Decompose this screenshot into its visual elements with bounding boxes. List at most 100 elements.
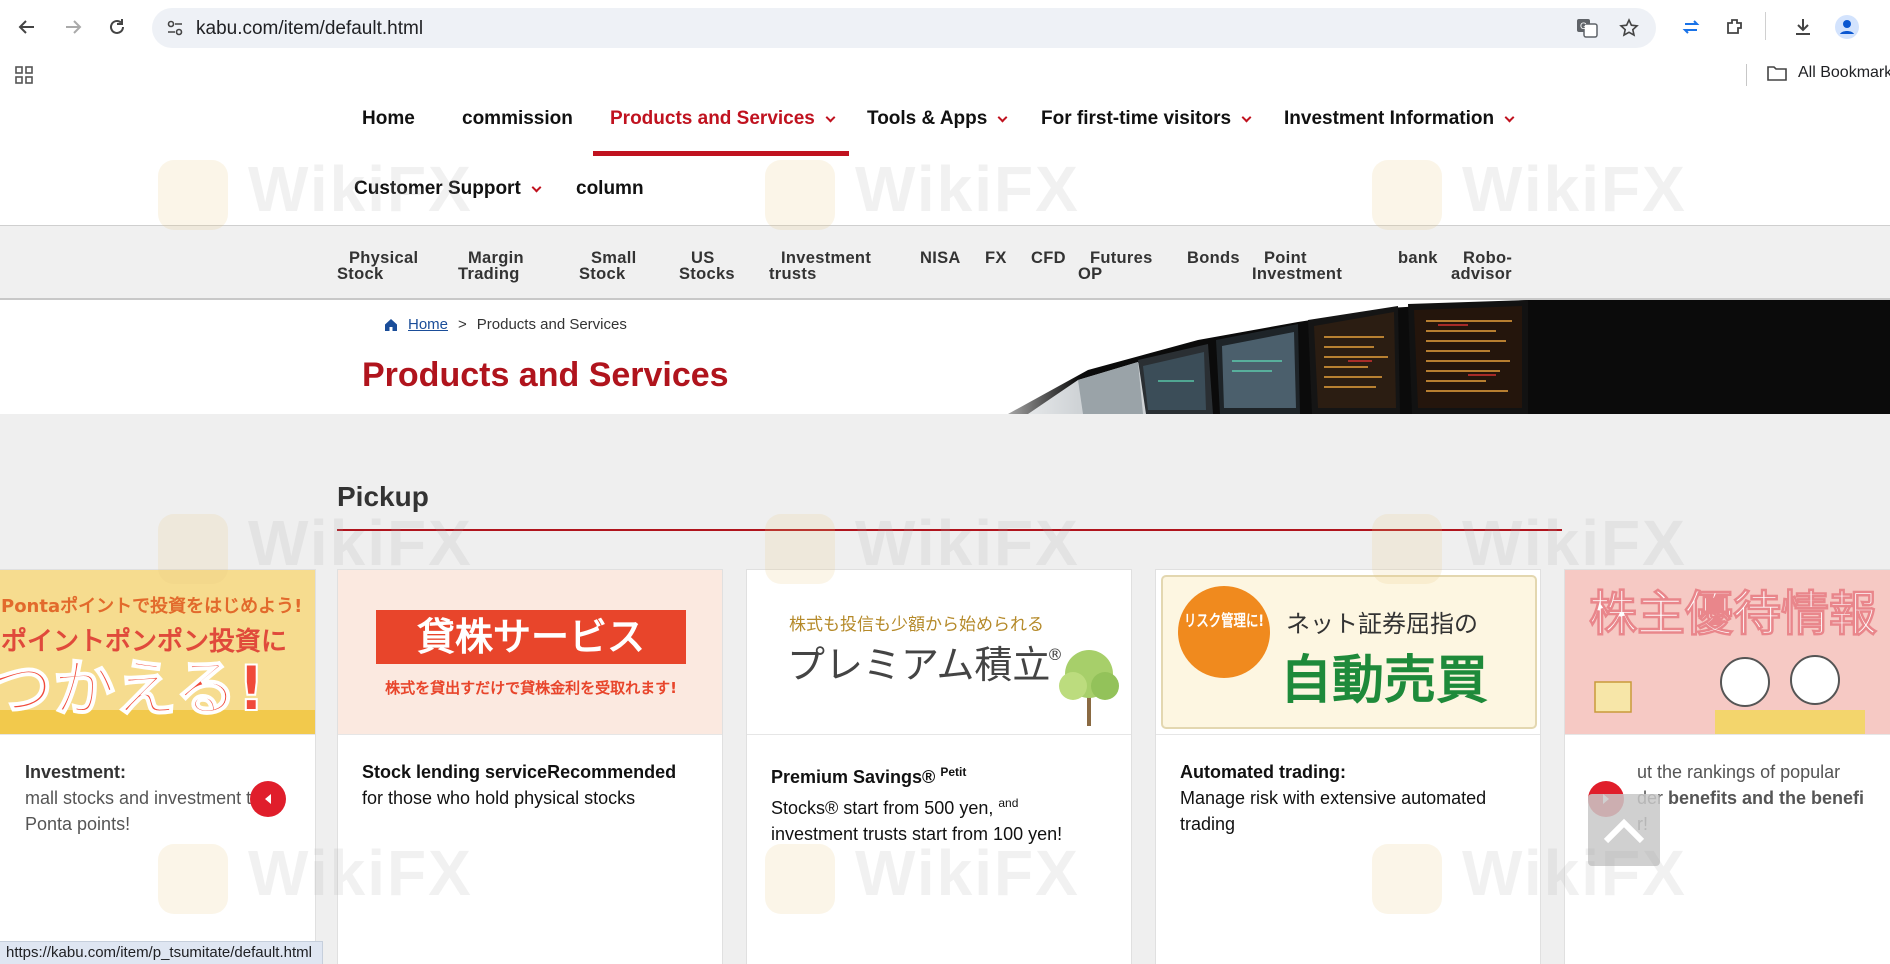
pickup-heading: Pickup bbox=[337, 481, 429, 512]
extensions-icon[interactable] bbox=[1720, 12, 1750, 42]
card-banner-image: リスク管理に! ネット証券屈指の 自動売買 bbox=[1156, 570, 1540, 735]
subnav-label-1: Point bbox=[1264, 249, 1307, 267]
nav-investment-information[interactable]: Investment Information bbox=[1284, 108, 1515, 130]
svg-text:G: G bbox=[1580, 21, 1587, 31]
all-bookmarks-button[interactable]: All Bookmarks bbox=[1766, 64, 1890, 82]
nav-first-time-label: For first-time visitors bbox=[1041, 108, 1232, 129]
global-nav: Home commission Products and Services To… bbox=[0, 92, 1890, 226]
carousel-prev-button[interactable] bbox=[250, 781, 286, 817]
subnav-label-1: Margin bbox=[468, 249, 524, 267]
subnav-bonds[interactable]: Bonds bbox=[1187, 249, 1240, 267]
pickup-card-automated-trading[interactable]: リスク管理に! ネット証券屈指の 自動売買 Automated trading:… bbox=[1155, 569, 1541, 964]
pickup-card-premium-savings[interactable]: 株式も投信も少額から始められる プレミアム積立 ® Premium Saving… bbox=[746, 569, 1132, 964]
card-text-bold: benefits and the benefi bbox=[1668, 788, 1865, 808]
site-info-icon[interactable] bbox=[164, 17, 186, 39]
banner-registered-mark: ® bbox=[1047, 645, 1063, 664]
main-content: Pickup Pontaポイントで投資をはじめよう! ポイントポンポン投資に つ… bbox=[0, 414, 1890, 964]
back-button[interactable] bbox=[12, 12, 42, 42]
nav-home[interactable]: Home bbox=[362, 108, 415, 130]
nav-column[interactable]: column bbox=[576, 178, 644, 200]
premium-savings-banner: 株式も投信も少額から始められる プレミアム積立 ® bbox=[747, 570, 1131, 734]
subnav-label-1: CFD bbox=[1031, 249, 1066, 267]
subnav-us-stocks[interactable]: US Stocks bbox=[679, 249, 735, 283]
subnav-futures-op[interactable]: Futures OP bbox=[1078, 249, 1153, 283]
card-heading: Investment: bbox=[25, 762, 127, 782]
subnav-label-2: advisor bbox=[1451, 265, 1512, 283]
card-text-b: investment trusts start from 100 yen! bbox=[771, 824, 1063, 844]
subnav-label-2: Trading bbox=[458, 265, 520, 283]
arrow-left-icon bbox=[265, 794, 271, 804]
stock-lending-banner: 貸株サービス 株式を貸出すだけで貸株金利を受取れます! bbox=[338, 570, 722, 734]
card-heading-sup: Petit bbox=[940, 765, 967, 779]
breadcrumb-home-link[interactable]: Home bbox=[408, 316, 448, 333]
subnav-investment-trusts[interactable]: Investment trusts bbox=[769, 249, 872, 283]
card-text: mall stocks and investment trus bbox=[25, 788, 277, 808]
subnav-label-1: NISA bbox=[920, 249, 961, 267]
apps-grid-icon[interactable] bbox=[14, 65, 34, 90]
card-heading: Automated trading: bbox=[1180, 762, 1346, 782]
subnav-fx[interactable]: FX bbox=[985, 250, 1007, 267]
banner-top-text: ネット証券屈指の bbox=[1286, 610, 1478, 638]
profile-avatar-icon[interactable] bbox=[1832, 12, 1862, 42]
chevron-down-icon bbox=[825, 112, 836, 122]
subnav-label-1: Small bbox=[591, 249, 637, 267]
reload-button[interactable] bbox=[102, 12, 132, 42]
home-icon bbox=[385, 318, 397, 331]
pickup-card-shareholder-benefits[interactable]: 株主優待情報 ut the rankings of popular der be… bbox=[1564, 569, 1890, 964]
pickup-card-point-investment[interactable]: Pontaポイントで投資をはじめよう! ポイントポンポン投資に つかえる! In… bbox=[0, 569, 316, 964]
subnav-label-2: Investment bbox=[1252, 265, 1343, 283]
subnav-robo-advisor[interactable]: Robo-advisor bbox=[1451, 250, 1512, 283]
subnav-bank[interactable]: bank bbox=[1398, 249, 1438, 267]
subnav-label-1: Bonds bbox=[1187, 249, 1240, 267]
nav-customer-support-label: Customer Support bbox=[354, 178, 521, 199]
address-bar[interactable]: kabu.com/item/default.html G bbox=[152, 8, 1656, 48]
chevron-down-icon bbox=[1504, 112, 1515, 122]
card-text-sup: and bbox=[998, 796, 1019, 810]
card-text-2: Ponta points! bbox=[25, 814, 131, 834]
subnav-label-1: Physical bbox=[349, 249, 419, 267]
nav-column-label: column bbox=[576, 178, 644, 199]
banner-text-line1: Pontaポイントで投資をはじめよう! bbox=[1, 595, 302, 617]
breadcrumb-current: Products and Services bbox=[476, 316, 627, 333]
bookmarks-bar: All Bookmarks bbox=[0, 56, 1890, 92]
forward-button[interactable] bbox=[58, 12, 88, 42]
subnav-physical-stock[interactable]: Physical Stock bbox=[337, 249, 419, 283]
card-banner-image: Pontaポイントで投資をはじめよう! ポイントポンポン投資に つかえる! bbox=[0, 570, 315, 735]
nav-commission[interactable]: commission bbox=[462, 108, 573, 130]
nav-investment-info-label: Investment Information bbox=[1284, 108, 1495, 129]
nav-products-services[interactable]: Products and Services bbox=[610, 108, 836, 130]
chevron-down-icon bbox=[1241, 112, 1252, 122]
chevron-down-icon bbox=[531, 182, 542, 192]
banner-main-text: プレミアム積立 bbox=[787, 643, 1050, 687]
subnav-point-investment[interactable]: Point Investment bbox=[1252, 249, 1343, 283]
nav-products-label: Products and Services bbox=[610, 108, 815, 129]
breadcrumb: Home > Products and Services bbox=[384, 316, 627, 333]
url-text: kabu.com/item/default.html bbox=[196, 18, 424, 39]
card-text: Manage risk with extensive automated tra… bbox=[1180, 788, 1487, 834]
download-icon[interactable] bbox=[1788, 12, 1818, 42]
back-arrow-icon bbox=[18, 20, 34, 34]
banner-main-text: 株主優待情報 bbox=[1589, 586, 1877, 642]
subnav-small-stock[interactable]: Small Stock bbox=[579, 249, 637, 283]
scroll-to-top-button[interactable] bbox=[1588, 794, 1660, 866]
subnav-label-2: Stock bbox=[579, 265, 626, 283]
subnav-nisa[interactable]: NISA bbox=[920, 249, 961, 267]
tab-sync-icon[interactable] bbox=[1676, 12, 1706, 42]
card-banner-image: 株式も投信も少額から始められる プレミアム積立 ® bbox=[747, 570, 1131, 735]
browser-toolbar: kabu.com/item/default.html G bbox=[0, 0, 1890, 56]
nav-customer-support[interactable]: Customer Support bbox=[354, 178, 542, 200]
translate-icon[interactable]: G bbox=[1576, 17, 1598, 39]
subnav-margin-trading[interactable]: Margin Trading bbox=[458, 249, 524, 283]
nav-tools-label: Tools & Apps bbox=[867, 108, 988, 129]
subnav-label-1: Investment bbox=[781, 249, 872, 267]
subnav-label-1: Futures bbox=[1090, 249, 1153, 267]
nav-commission-label: commission bbox=[462, 108, 573, 129]
bookmark-star-icon[interactable] bbox=[1618, 17, 1640, 39]
subnav-label-1: US bbox=[691, 249, 715, 267]
subnav-cfd[interactable]: CFD bbox=[1031, 249, 1066, 267]
subnav-label-1: bank bbox=[1398, 249, 1438, 267]
nav-first-time-visitors[interactable]: For first-time visitors bbox=[1041, 108, 1252, 130]
nav-tools-apps[interactable]: Tools & Apps bbox=[867, 108, 1008, 130]
card-text-a: ut the rankings of popular bbox=[1637, 762, 1841, 782]
pickup-card-stock-lending[interactable]: 貸株サービス 株式を貸出すだけで貸株金利を受取れます! Stock lendin… bbox=[337, 569, 723, 964]
